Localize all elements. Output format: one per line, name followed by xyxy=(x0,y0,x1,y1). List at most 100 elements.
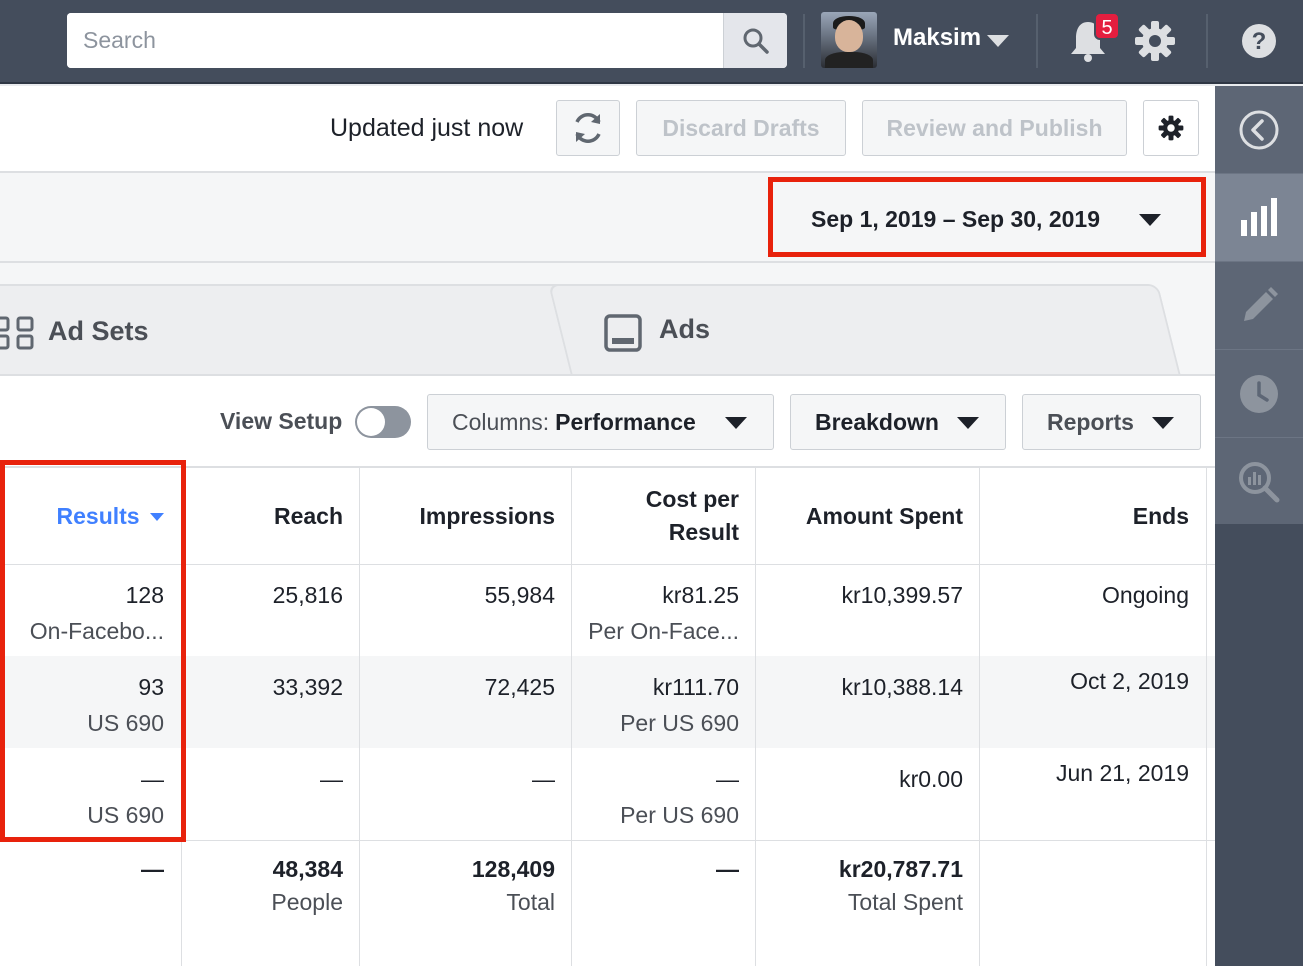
search-box xyxy=(67,13,787,68)
bar-chart-icon xyxy=(1241,197,1277,236)
rail-item-reports[interactable] xyxy=(1215,174,1303,262)
collapse-left-icon xyxy=(1239,110,1279,149)
cost-value: kr81.25 xyxy=(662,582,739,608)
chevron-down-icon xyxy=(1139,214,1161,226)
help-icon[interactable]: ? xyxy=(1240,22,1278,60)
column-divider xyxy=(1206,468,1207,966)
table-area: View Setup Columns: Performance Breakdow… xyxy=(0,374,1215,966)
totals-cell-amount: kr20,787.71 Total Spent xyxy=(839,856,963,916)
search-button[interactable] xyxy=(723,13,787,68)
chevron-down-icon xyxy=(725,417,747,429)
column-divider xyxy=(571,468,572,966)
cost-value: — xyxy=(716,766,739,792)
results-value: 93 xyxy=(138,674,164,700)
divider xyxy=(1036,14,1038,68)
column-header-amount-spent[interactable]: Amount Spent xyxy=(806,500,963,533)
table-cell-reach: 33,392 xyxy=(272,674,343,700)
collapse-button[interactable] xyxy=(1215,86,1303,174)
review-and-publish-button[interactable]: Review and Publish xyxy=(862,100,1127,156)
totals-reach-value: 48,384 xyxy=(272,856,343,882)
date-range-picker[interactable]: Sep 1, 2019 – Sep 30, 2019 xyxy=(768,177,1206,257)
rail-item-inspect[interactable] xyxy=(1215,438,1303,526)
cost-type: Per US 690 xyxy=(620,802,739,828)
totals-divider xyxy=(0,840,1215,841)
chevron-down-icon[interactable] xyxy=(987,35,1009,48)
chevron-down-icon xyxy=(1152,417,1174,429)
table-cell-cost: kr111.70 Per US 690 xyxy=(620,674,739,737)
totals-amount-value: kr20,787.71 xyxy=(838,856,963,882)
search-icon xyxy=(743,28,769,54)
toggle-knob xyxy=(357,408,385,436)
date-range-bar: Sep 1, 2019 – Sep 30, 2019 xyxy=(0,175,1215,263)
table-cell-ends: Oct 2, 2019 xyxy=(1070,668,1189,694)
cost-type: Per US 690 xyxy=(620,710,739,736)
results-type: US 690 xyxy=(87,710,164,736)
results-type: On-Facebo... xyxy=(29,618,164,644)
search-input[interactable] xyxy=(67,13,723,68)
column-divider xyxy=(755,468,756,966)
main-panel: Updated just now Discard Drafts Review a… xyxy=(0,86,1215,966)
tab-ad-sets[interactable]: Ad Sets xyxy=(48,316,149,347)
refresh-button[interactable] xyxy=(556,100,620,156)
gear-icon[interactable] xyxy=(1134,20,1176,62)
notification-badge: 5 xyxy=(1094,12,1120,40)
view-setup-label: View Setup xyxy=(220,408,343,434)
tab-ads[interactable]: Ads xyxy=(659,314,710,345)
totals-cell-impressions: 128,409 Total xyxy=(472,856,555,916)
table-cell-amount: kr10,399.57 xyxy=(841,582,963,608)
search-chart-icon xyxy=(1239,461,1280,502)
toolbar: Updated just now Discard Drafts Review a… xyxy=(0,86,1215,173)
column-header-impressions[interactable]: Impressions xyxy=(420,500,556,533)
rail-item-history[interactable] xyxy=(1215,350,1303,438)
column-divider xyxy=(359,468,360,966)
pencil-icon xyxy=(1244,286,1278,321)
chevron-down-icon xyxy=(150,513,164,522)
discard-drafts-button[interactable]: Discard Drafts xyxy=(636,100,846,156)
avatar-face xyxy=(835,20,863,52)
user-name[interactable]: Maksim xyxy=(893,24,981,52)
avatar[interactable] xyxy=(821,12,877,68)
columns-dropdown[interactable]: Columns: Performance xyxy=(427,394,774,450)
column-header-ends[interactable]: Ends xyxy=(1133,500,1189,533)
table-cell-impressions: 72,425 xyxy=(484,674,555,700)
totals-impressions-unit: Total xyxy=(506,889,555,915)
table-cell-reach: — xyxy=(320,766,343,792)
table-cell-cost: — Per US 690 xyxy=(620,766,739,829)
view-setup-toggle[interactable] xyxy=(355,406,411,438)
column-header-results[interactable]: Results xyxy=(57,500,164,533)
columns-prefix: Columns: xyxy=(452,408,550,435)
column-header-cost-per-result[interactable]: Cost per Result xyxy=(646,483,739,549)
table-cell-ends: Ongoing xyxy=(1102,582,1189,608)
svg-text:?: ? xyxy=(1252,28,1267,55)
column-header-reach[interactable]: Reach xyxy=(274,500,343,533)
table-cell-results: — US 690 xyxy=(87,766,164,829)
results-value: 128 xyxy=(125,582,164,608)
gear-icon xyxy=(1158,115,1184,141)
tab-ads-shape xyxy=(548,284,1181,376)
results-table: Results Reach Impressions Cost per Resul… xyxy=(0,466,1215,966)
right-rail xyxy=(1215,86,1303,966)
table-cell-amount: kr10,388.14 xyxy=(841,674,963,700)
rail-empty-area xyxy=(1215,524,1303,966)
totals-reach-unit: People xyxy=(271,889,343,915)
table-cell-ends: Jun 21, 2019 xyxy=(1055,760,1189,786)
totals-amount-unit: Total Spent xyxy=(847,889,963,915)
divider xyxy=(803,14,805,68)
columns-value: Performance xyxy=(555,408,696,435)
settings-button[interactable] xyxy=(1143,100,1199,156)
results-value: — xyxy=(141,766,164,792)
date-range-label: Sep 1, 2019 – Sep 30, 2019 xyxy=(811,206,1100,232)
table-cell-cost: kr81.25 Per On-Face... xyxy=(588,582,739,645)
results-type: US 690 xyxy=(87,802,164,828)
table-cell-results: 128 On-Facebo... xyxy=(30,582,164,645)
reports-label: Reports xyxy=(1047,408,1134,435)
ad-sets-icon xyxy=(0,316,34,350)
rail-item-edit[interactable] xyxy=(1215,262,1303,350)
table-cell-results: 93 US 690 xyxy=(87,674,164,737)
ads-icon xyxy=(604,314,642,352)
cost-header-line1: Cost per xyxy=(645,486,739,512)
totals-impressions-value: 128,409 xyxy=(471,856,555,882)
cost-header-line2: Result xyxy=(668,519,739,545)
reports-dropdown[interactable]: Reports xyxy=(1022,394,1201,450)
breakdown-dropdown[interactable]: Breakdown xyxy=(790,394,1006,450)
